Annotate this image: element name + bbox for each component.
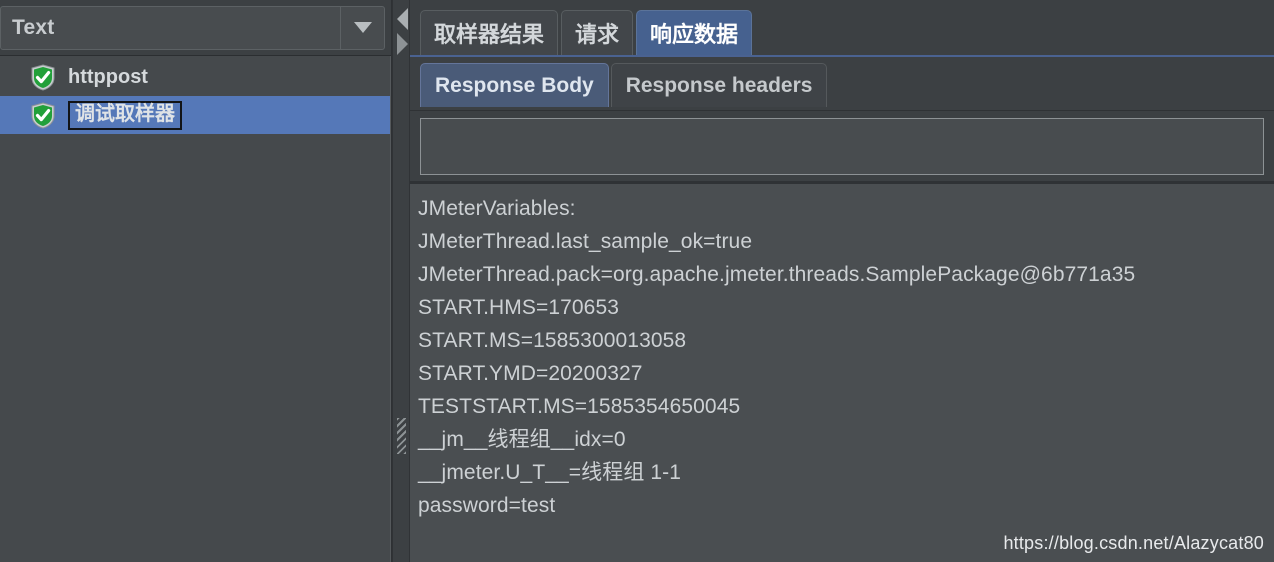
response-line: START.MS=1585300013058 xyxy=(418,329,687,352)
tab-label: 取样器结果 xyxy=(434,22,545,47)
subtab-response-body[interactable]: Response Body xyxy=(420,63,609,107)
render-type-row: Text xyxy=(0,0,391,56)
response-line: TESTSTART.MS=1585354650045 xyxy=(418,395,741,418)
render-type-dropdown-button[interactable] xyxy=(340,6,384,49)
panel-splitter[interactable] xyxy=(392,0,410,562)
triangle-left-icon[interactable] xyxy=(396,8,408,30)
response-line: __jmeter.U_T__=线程组 1-1 xyxy=(418,461,682,484)
sampler-tree[interactable]: httppost 调试取样器 xyxy=(0,56,391,562)
tab-response-data[interactable]: 响应数据 xyxy=(636,10,753,55)
triangle-right-icon[interactable] xyxy=(396,33,408,55)
tree-node-label: httppost xyxy=(68,65,148,88)
chevron-down-icon xyxy=(353,22,372,33)
response-line: password=test xyxy=(418,494,556,517)
green-shield-check-icon xyxy=(30,63,56,91)
search-area xyxy=(410,111,1274,181)
subtab-label: Response Body xyxy=(435,73,594,97)
response-search-input[interactable] xyxy=(420,118,1264,175)
tab-sampler-result[interactable]: 取样器结果 xyxy=(420,10,559,55)
tab-request[interactable]: 请求 xyxy=(561,10,634,55)
watermark-text: https://blog.csdn.net/Alazycat80 xyxy=(1003,533,1264,553)
response-line: START.YMD=20200327 xyxy=(418,362,643,385)
splitter-grip-icon[interactable] xyxy=(397,418,406,454)
splitter-collapse-controls xyxy=(394,8,410,55)
response-line: JMeterThread.last_sample_ok=true xyxy=(418,230,753,253)
response-subtabstrip: Response Body Response headers xyxy=(410,57,1274,107)
response-line: __jm__线程组__idx=0 xyxy=(418,428,626,451)
jmeter-window: Text httppost 调试取样器 取样器结果 请求 响应数据 Respon… xyxy=(0,0,1274,562)
left-panel: Text httppost 调试取样器 xyxy=(0,0,392,562)
render-type-value: Text xyxy=(12,15,55,39)
tab-label: 请求 xyxy=(575,22,620,47)
subtab-response-headers[interactable]: Response headers xyxy=(610,63,828,107)
render-type-combo[interactable]: Text xyxy=(0,5,385,50)
response-line: JMeterThread.pack=org.apache.jmeter.thre… xyxy=(418,263,1136,286)
response-body-view[interactable]: JMeterVariables: JMeterThread.last_sampl… xyxy=(410,184,1274,562)
right-panel: 取样器结果 请求 响应数据 Response Body Response hea… xyxy=(410,0,1274,562)
tab-label: 响应数据 xyxy=(650,22,739,47)
tree-node-httppost[interactable]: httppost xyxy=(0,58,390,96)
tree-node-debug-sampler[interactable]: 调试取样器 xyxy=(0,96,390,134)
response-line: START.HMS=170653 xyxy=(418,296,620,319)
tree-node-rename-input[interactable]: 调试取样器 xyxy=(68,100,182,130)
response-line: JMeterVariables: xyxy=(418,197,576,220)
result-tabstrip: 取样器结果 请求 响应数据 xyxy=(410,0,1274,57)
subtab-label: Response headers xyxy=(625,73,813,97)
green-shield-check-icon xyxy=(30,101,56,129)
